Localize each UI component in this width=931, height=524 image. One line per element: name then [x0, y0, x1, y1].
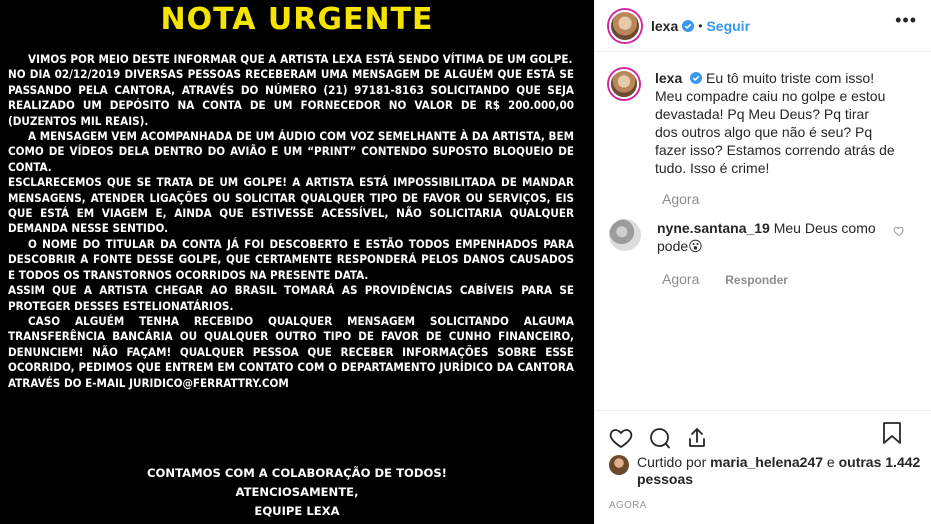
share-icon[interactable]: [685, 426, 709, 450]
comment-meta: Agora Responder: [662, 271, 915, 287]
verified-badge-icon: [682, 19, 695, 32]
notice-title: NOTA URGENTE: [160, 2, 434, 37]
follow-button[interactable]: Seguir: [706, 18, 750, 34]
like-comment-heart-icon[interactable]: [893, 225, 905, 237]
comment-time[interactable]: Agora: [662, 271, 699, 287]
like-heart-icon[interactable]: [609, 426, 633, 450]
liked-by-user[interactable]: maria_helena247: [710, 454, 823, 470]
post-actions: [595, 410, 931, 454]
caption-meta: Agora: [662, 191, 915, 207]
comment-bubble-icon[interactable]: [647, 426, 671, 450]
avatar[interactable]: [609, 9, 641, 42]
more-options-icon[interactable]: •••: [895, 10, 917, 31]
caption-text: lexa Eu tô muito triste com isso! Meu co…: [655, 69, 895, 177]
liked-by-prefix: Curtido por: [637, 454, 707, 470]
notice-paragraph: Vimos por meio deste informar que a arti…: [28, 52, 573, 66]
notice-footer-line: Contamos com a colaboração de todos!: [147, 466, 447, 480]
header-username[interactable]: lexa: [651, 18, 678, 34]
comments-section: lexa Eu tô muito triste com isso! Meu co…: [595, 53, 931, 410]
post-header: lexa • Seguir •••: [595, 0, 931, 52]
notice-body: Vimos por meio deste informar que a arti…: [8, 52, 574, 391]
comment-item: nyne.santana_19 Meu Deus como pode😮: [609, 219, 915, 255]
notice-footer: Contamos com a colaboração de todos! Ate…: [0, 464, 594, 521]
verified-badge-icon: [690, 72, 703, 84]
comment-text: nyne.santana_19 Meu Deus como pode😮: [657, 219, 897, 255]
liked-by-and: e: [826, 454, 835, 470]
avatar[interactable]: [609, 69, 639, 99]
post-timestamp[interactable]: Agora: [609, 500, 647, 511]
post-sidebar: lexa • Seguir ••• lexa Eu tô muito trist…: [594, 0, 931, 524]
notice-paragraph: Caso alguém tenha recebido qualquer mens…: [8, 313, 574, 390]
caption-username[interactable]: lexa: [655, 70, 682, 86]
liked-by-text: Curtido por maria_helena247 e outras 1.4…: [637, 454, 921, 488]
notice-paragraph: No dia 02/12/2019 diversas pessoas receb…: [8, 67, 574, 128]
comment-username[interactable]: nyne.santana_19: [657, 220, 770, 236]
avatar[interactable]: [609, 219, 641, 251]
notice-paragraph: A mensagem vem acompanhada de um áudio c…: [8, 129, 574, 174]
caption-time[interactable]: Agora: [662, 191, 699, 207]
caption: lexa Eu tô muito triste com isso! Meu co…: [609, 69, 915, 177]
bookmark-icon[interactable]: [881, 421, 903, 445]
liked-by: Curtido por maria_helena247 e outras 1.4…: [609, 454, 921, 488]
notice-footer-line: Atenciosamente,: [235, 485, 359, 499]
post-image[interactable]: NOTA URGENTE Vimos por meio deste inform…: [0, 0, 594, 524]
reply-button[interactable]: Responder: [725, 273, 788, 287]
notice-paragraph: Assim que a artista chegar ao Brasil tom…: [8, 283, 574, 313]
notice-paragraph: Esclarecemos que se trata de um golpe! A…: [8, 175, 574, 236]
separator-dot: •: [698, 18, 703, 33]
avatar[interactable]: [609, 455, 629, 475]
notice-footer-line: Equipe Lexa: [254, 504, 340, 518]
notice-paragraph: O nome do titular da conta já foi descob…: [8, 236, 574, 282]
caption-body: Eu tô muito triste com isso! Meu compadr…: [655, 70, 895, 176]
